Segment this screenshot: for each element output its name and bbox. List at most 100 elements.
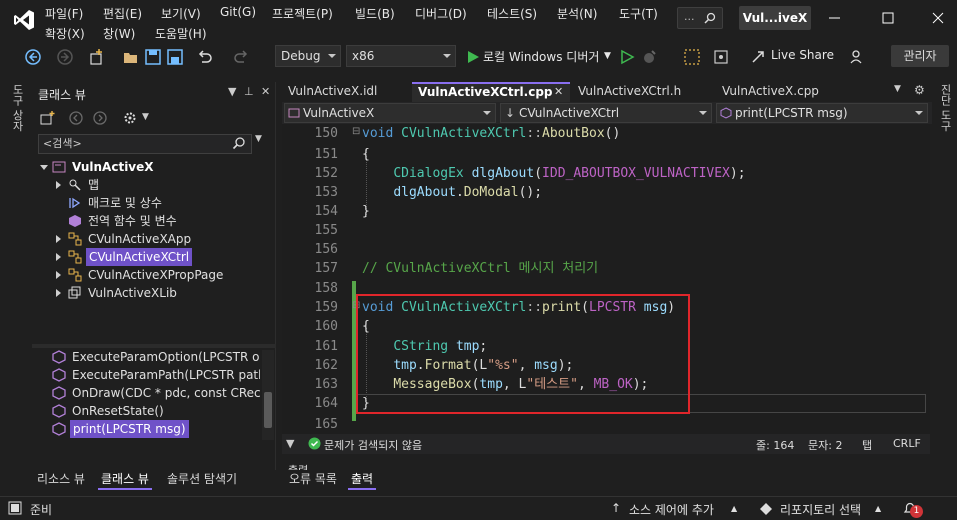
line-number: 161: [314, 339, 338, 354]
tree-item-class[interactable]: CVulnActiveXApp: [56, 230, 266, 248]
gear-icon[interactable]: ⚙: [914, 83, 925, 97]
live-share-icon[interactable]: [750, 48, 768, 66]
tab-ctrl-h[interactable]: VulnActiveXCtrl.h: [572, 82, 712, 102]
tree-item-class-selected[interactable]: CVulnActiveXCtrl: [56, 248, 266, 266]
save-all-icon[interactable]: [166, 48, 184, 66]
line-indicator[interactable]: 줄: 164: [756, 437, 794, 453]
menu-project[interactable]: 프로젝트(P): [272, 5, 333, 22]
menu-debug[interactable]: 디버그(D): [415, 5, 467, 22]
tab-idl[interactable]: VulnActiveX.idl: [282, 82, 410, 102]
tab-error-list[interactable]: 오류 목록: [286, 470, 340, 490]
search-box[interactable]: ...: [677, 7, 723, 29]
platform-dropdown[interactable]: x86: [346, 45, 456, 67]
menu-file[interactable]: 파일(F): [45, 5, 83, 22]
tree-item-macros[interactable]: 매크로 및 상수: [56, 194, 266, 212]
start-debugging-button[interactable]: 로컬 Windows 디버거: [483, 48, 599, 65]
start-debugging-icon[interactable]: [464, 48, 482, 66]
code-editor[interactable]: 150 151 152 153 154 155 156 157 158 159 …: [282, 124, 930, 440]
member-item[interactable]: ExecuteParamPath(LPCSTR path): [52, 366, 260, 384]
menu-analyze[interactable]: 분석(N): [557, 5, 597, 22]
chevron-down-icon[interactable]: ▼: [142, 112, 149, 122]
close-icon[interactable]: ✕: [554, 85, 563, 98]
select-repository[interactable]: 리포지토리 선택: [780, 501, 861, 518]
start-without-debugging-icon[interactable]: [618, 48, 636, 66]
undo-icon[interactable]: [196, 48, 214, 66]
diagnostic-tools-tab[interactable]: 진단 도구: [937, 84, 953, 132]
menu-window[interactable]: 창(W): [103, 25, 135, 42]
tab-resource-view[interactable]: 리소스 뷰: [34, 470, 88, 490]
menu-edit[interactable]: 편집(E): [103, 5, 142, 22]
zoom-control[interactable]: ▼: [286, 437, 294, 450]
menu-extensions[interactable]: 확장(X): [45, 25, 85, 42]
project-icon: [52, 161, 66, 173]
redo-icon[interactable]: [232, 48, 250, 66]
breakpoint-icon[interactable]: [712, 48, 730, 66]
maximize-icon[interactable]: [873, 6, 903, 30]
live-share-button[interactable]: Live Share: [771, 48, 834, 62]
tree-item-project[interactable]: VulnActiveX: [40, 158, 270, 176]
member-item[interactable]: ExecuteParamOption(LPCSTR op): [52, 348, 260, 366]
pin-icon[interactable]: ⊥: [244, 85, 254, 98]
tab-indicator[interactable]: 탭: [862, 437, 872, 453]
hot-reload-icon[interactable]: [640, 48, 658, 66]
configuration-dropdown[interactable]: Debug: [275, 45, 341, 67]
visual-studio-logo-icon[interactable]: [12, 8, 36, 32]
code-line-157: // CVulnActiveXCtrl 메시지 처리기: [362, 261, 599, 276]
back-icon[interactable]: [24, 48, 42, 66]
close-icon[interactable]: ✕: [261, 85, 270, 98]
menu-help[interactable]: 도움말(H): [155, 25, 207, 42]
member-item[interactable]: OnDraw(CDC * pdc, const CRect &: [52, 384, 260, 402]
menu-build[interactable]: 빌드(B): [355, 5, 395, 22]
minimize-icon[interactable]: [820, 6, 850, 30]
solution-name: Vul...iveX: [739, 6, 811, 30]
tree-item-maps[interactable]: 맵: [56, 176, 266, 194]
tree-item-globals[interactable]: 전역 함수 및 변수: [56, 212, 266, 230]
close-icon[interactable]: [923, 6, 953, 30]
search-icon[interactable]: [232, 136, 246, 150]
member-dropdown[interactable]: print(LPCSTR msg): [716, 103, 928, 123]
tab-ctrl-cpp[interactable]: VulnActiveXCtrl.cpp: [412, 82, 570, 102]
member-item-selected[interactable]: print(LPCSTR msg): [52, 420, 260, 438]
member-item[interactable]: OnResetState(): [52, 402, 260, 420]
code-token: IDD_ABOUTBOX_VULNACTIVEX: [542, 166, 730, 181]
project-dropdown[interactable]: VulnActiveX: [284, 103, 496, 123]
column-indicator[interactable]: 문자: 2: [808, 437, 842, 453]
forward-icon[interactable]: [92, 110, 108, 126]
tab-output[interactable]: 출력: [348, 470, 377, 490]
menu-test[interactable]: 테스트(S): [487, 5, 537, 22]
tab-activex-cpp[interactable]: VulnActiveX.cpp: [716, 82, 856, 102]
class-view-search-input[interactable]: <검색>: [38, 134, 252, 154]
add-to-source-control[interactable]: 소스 제어에 추가: [629, 501, 714, 518]
chevron-down-icon: [483, 111, 491, 115]
issues-status[interactable]: 문제가 검색되지 않음: [324, 437, 422, 453]
chevron-down-icon[interactable]: ▼: [255, 134, 262, 144]
forward-icon[interactable]: [56, 48, 74, 66]
feedback-icon[interactable]: [848, 48, 866, 66]
tab-solution-explorer[interactable]: 솔루션 탐색기: [164, 470, 240, 490]
menu-git[interactable]: Git(G): [220, 5, 256, 19]
save-icon[interactable]: [144, 48, 162, 66]
eol-indicator[interactable]: CRLF: [893, 437, 921, 450]
scope-dropdown[interactable]: ↓ CVulnActiveXCtrl: [500, 103, 712, 123]
chevron-right-icon: [56, 235, 61, 243]
panel-menu-icon[interactable]: ▼: [228, 85, 236, 98]
menu-view[interactable]: 보기(V): [161, 5, 201, 22]
gear-icon[interactable]: [122, 110, 138, 126]
members-scrollbar[interactable]: [262, 350, 274, 440]
tab-class-view[interactable]: 클래스 뷰: [98, 470, 152, 490]
scrollbar-thumb[interactable]: [264, 392, 272, 428]
menu-tools[interactable]: 도구(T): [619, 5, 658, 22]
collapse-icon[interactable]: ⊟: [352, 126, 360, 137]
new-project-icon[interactable]: [88, 48, 106, 66]
toolbox-tab[interactable]: 도구 상자: [9, 84, 25, 132]
open-folder-icon[interactable]: [122, 48, 140, 66]
method-icon: [52, 350, 66, 364]
new-folder-icon[interactable]: [40, 110, 56, 126]
class-view-toolbar: ▼: [32, 106, 276, 130]
pin-icon[interactable]: [683, 48, 701, 66]
back-icon[interactable]: [68, 110, 84, 126]
chevron-down-icon[interactable]: ▼: [604, 51, 611, 61]
chevron-down-icon[interactable]: ▼: [894, 84, 901, 94]
tree-item-library[interactable]: VulnActiveXLib: [56, 284, 266, 302]
tree-item-class[interactable]: CVulnActiveXPropPage: [56, 266, 266, 284]
